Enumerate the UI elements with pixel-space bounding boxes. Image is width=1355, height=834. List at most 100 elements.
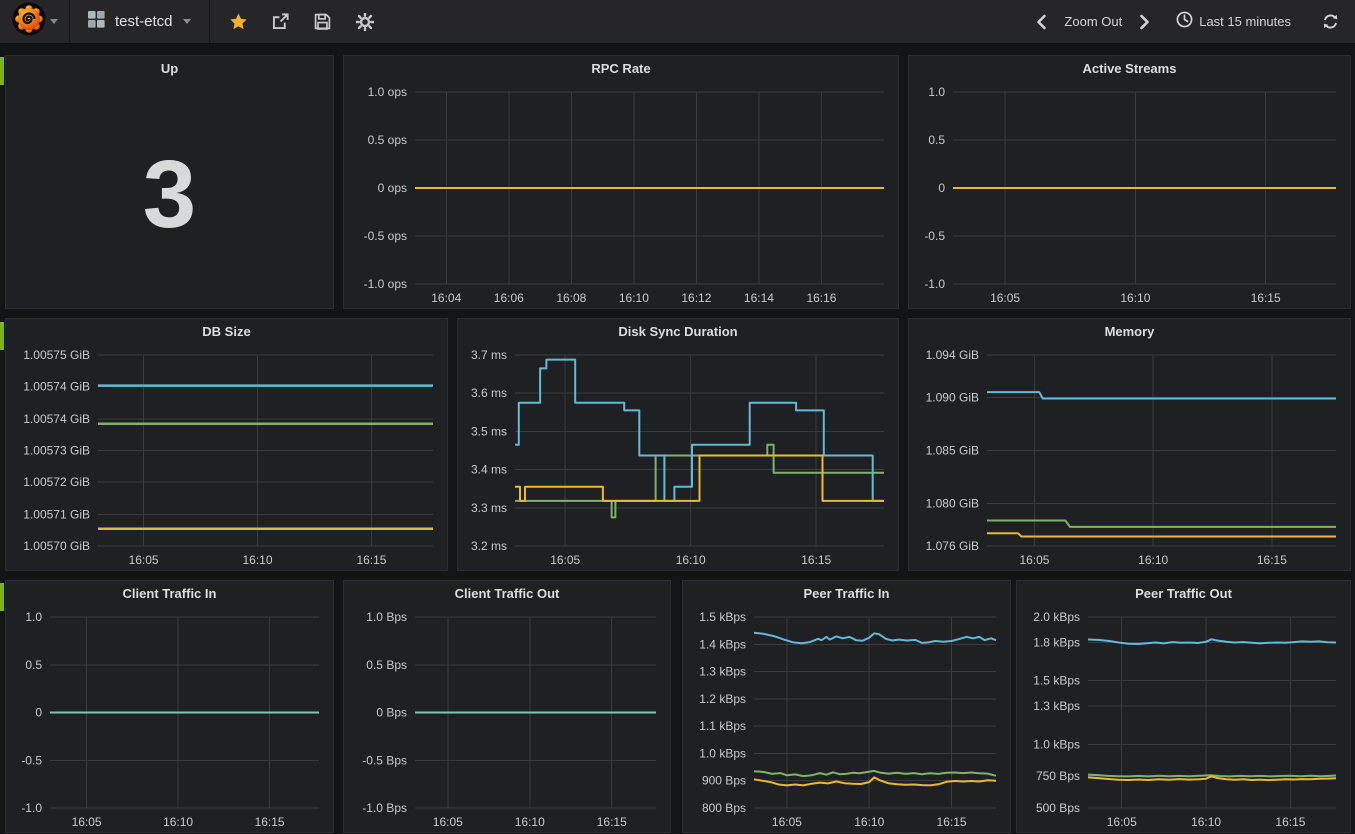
svg-text:0.5 ops: 0.5 ops (368, 133, 407, 147)
svg-text:1.0 ops: 1.0 ops (368, 85, 407, 99)
svg-text:16:15: 16:15 (1275, 815, 1305, 829)
dashboard-picker[interactable]: test-etcd (70, 0, 210, 44)
svg-text:1.0: 1.0 (25, 610, 42, 624)
peer-traffic-out-chart[interactable]: 16:0516:1016:152.0 kBps1.8 kBps1.5 kBps1… (1017, 607, 1350, 832)
panel-rpc-rate: RPC Rate 16:0416:0616:0816:1016:1216:141… (343, 55, 899, 309)
svg-text:3.7 ms: 3.7 ms (471, 348, 507, 362)
panel-title[interactable]: Disk Sync Duration (458, 319, 898, 345)
svg-text:1.5 kBps: 1.5 kBps (1033, 674, 1080, 688)
svg-text:16:15: 16:15 (1257, 553, 1287, 567)
panel-title[interactable]: Client Traffic In (6, 581, 333, 607)
panel-title[interactable]: Peer Traffic Out (1017, 581, 1350, 607)
time-range-picker[interactable]: Last 15 minutes (1176, 11, 1291, 33)
svg-text:750 Bps: 750 Bps (1036, 769, 1080, 783)
svg-text:1.00573 GiB: 1.00573 GiB (23, 444, 90, 458)
svg-text:900 Bps: 900 Bps (702, 774, 746, 788)
svg-text:16:05: 16:05 (990, 291, 1020, 305)
grafana-menu-button[interactable] (0, 0, 70, 44)
panel-client-traffic-in: Client Traffic In 16:0516:1016:151.00.50… (5, 580, 334, 833)
save-button[interactable] (314, 13, 332, 31)
svg-text:-1.0: -1.0 (924, 277, 945, 291)
panel-active-streams: Active Streams 16:0516:1016:151.00.50-0.… (908, 55, 1351, 309)
grafana-logo (12, 2, 46, 41)
refresh-icon (1322, 13, 1339, 30)
svg-text:16:05: 16:05 (1019, 553, 1049, 567)
panel-title[interactable]: DB Size (6, 319, 447, 345)
svg-text:16:15: 16:15 (597, 815, 627, 829)
svg-text:16:15: 16:15 (255, 815, 285, 829)
row-toggle-handle[interactable] (0, 57, 4, 85)
time-controls: Zoom Out Last 15 minutes (1032, 11, 1355, 33)
svg-text:1.00574 GiB: 1.00574 GiB (23, 380, 90, 394)
svg-text:1.1 kBps: 1.1 kBps (699, 719, 746, 733)
row-toggle-handle[interactable] (0, 322, 4, 350)
svg-text:1.2 kBps: 1.2 kBps (699, 692, 746, 706)
navbar: test-etcd (0, 0, 1355, 44)
svg-text:800 Bps: 800 Bps (702, 801, 746, 815)
panel-peer-traffic-in: Peer Traffic In 16:0516:1016:151.5 kBps1… (682, 580, 1011, 833)
panel-title[interactable]: Memory (909, 319, 1350, 345)
refresh-button[interactable] (1321, 13, 1339, 31)
chevron-right-icon (1139, 14, 1151, 30)
client-traffic-in-chart[interactable]: 16:0516:1016:151.00.50-0.5-1.0 (6, 607, 333, 832)
svg-text:1.3 kBps: 1.3 kBps (699, 665, 746, 679)
dashboard-grid-icon (88, 11, 105, 33)
memory-chart[interactable]: 16:0516:1016:151.094 GiB1.090 GiB1.085 G… (909, 345, 1350, 570)
svg-text:-0.5: -0.5 (924, 229, 945, 243)
client-traffic-out-chart[interactable]: 16:0516:1016:151.0 Bps0.5 Bps0 Bps-0.5 B… (344, 607, 670, 832)
panel-memory: Memory 16:0516:1016:151.094 GiB1.090 GiB… (908, 318, 1351, 571)
share-button[interactable] (272, 13, 290, 31)
db-size-chart[interactable]: 16:0516:1016:151.00575 GiB1.00574 GiB1.0… (6, 345, 447, 570)
disk-sync-duration-chart[interactable]: 16:0516:1016:153.7 ms3.6 ms3.5 ms3.4 ms3… (458, 345, 898, 570)
svg-text:1.00572 GiB: 1.00572 GiB (23, 475, 90, 489)
panel-title[interactable]: RPC Rate (344, 56, 898, 82)
panel-title[interactable]: Active Streams (909, 56, 1350, 82)
svg-text:0.5: 0.5 (928, 133, 945, 147)
active-streams-chart[interactable]: 16:0516:1016:151.00.50-0.5-1.0 (909, 82, 1350, 308)
svg-text:1.0 kBps: 1.0 kBps (699, 746, 746, 760)
svg-text:16:10: 16:10 (1138, 553, 1168, 567)
dashboard-canvas: Up 3 RPC Rate 16:0416:0616:0816:1016:121… (0, 44, 1355, 834)
svg-text:16:05: 16:05 (1107, 815, 1137, 829)
dashboard-title: test-etcd (115, 13, 173, 30)
svg-text:0.5 Bps: 0.5 Bps (366, 658, 407, 672)
svg-text:-1.0 Bps: -1.0 Bps (362, 801, 407, 815)
svg-text:16:05: 16:05 (772, 815, 802, 829)
svg-text:16:10: 16:10 (163, 815, 193, 829)
gear-icon (356, 13, 374, 31)
svg-text:16:12: 16:12 (681, 291, 711, 305)
panel-up: Up 3 (5, 55, 334, 309)
svg-text:1.4 kBps: 1.4 kBps (699, 637, 746, 651)
svg-text:500 Bps: 500 Bps (1036, 801, 1080, 815)
caret-down-icon (183, 19, 191, 24)
svg-text:1.8 kBps: 1.8 kBps (1033, 635, 1080, 649)
panel-title[interactable]: Peer Traffic In (683, 581, 1010, 607)
time-shift-forward-button[interactable] (1136, 13, 1154, 31)
time-shift-back-button[interactable] (1032, 13, 1050, 31)
rpc-rate-chart[interactable]: 16:0416:0616:0816:1016:1216:1416:161.0 o… (344, 82, 898, 308)
svg-text:1.0: 1.0 (928, 85, 945, 99)
svg-text:1.076 GiB: 1.076 GiB (926, 539, 979, 553)
dashboard-actions (210, 13, 374, 31)
chevron-left-icon (1035, 14, 1047, 30)
settings-button[interactable] (356, 13, 374, 31)
peer-traffic-in-chart[interactable]: 16:0516:1016:151.5 kBps1.4 kBps1.3 kBps1… (683, 607, 1010, 832)
svg-text:3.2 ms: 3.2 ms (471, 539, 507, 553)
svg-text:2.0 kBps: 2.0 kBps (1033, 610, 1080, 624)
svg-text:1.0 Bps: 1.0 Bps (366, 610, 407, 624)
zoom-out-button[interactable]: Zoom Out (1064, 14, 1122, 29)
svg-text:1.085 GiB: 1.085 GiB (926, 444, 979, 458)
svg-text:16:05: 16:05 (550, 553, 580, 567)
svg-text:1.00575 GiB: 1.00575 GiB (23, 348, 90, 362)
svg-text:1.0 kBps: 1.0 kBps (1033, 737, 1080, 751)
row-toggle-handle[interactable] (0, 583, 4, 611)
svg-text:16:08: 16:08 (556, 291, 586, 305)
panel-title[interactable]: Client Traffic Out (344, 581, 670, 607)
panel-title[interactable]: Up (6, 56, 333, 82)
svg-text:1.00571 GiB: 1.00571 GiB (23, 507, 90, 521)
star-button[interactable] (230, 13, 248, 31)
svg-text:-1.0 ops: -1.0 ops (364, 277, 407, 291)
star-icon (230, 13, 247, 30)
clock-icon (1176, 11, 1193, 33)
svg-text:16:15: 16:15 (937, 815, 967, 829)
